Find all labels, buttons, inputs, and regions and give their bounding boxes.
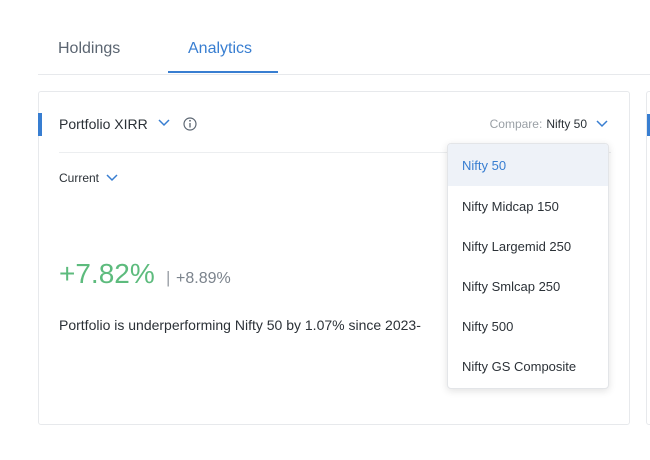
tab-analytics[interactable]: Analytics: [188, 40, 252, 58]
info-icon[interactable]: [182, 116, 198, 132]
dropdown-option-nifty-midcap-150[interactable]: Nifty Midcap 150: [448, 186, 608, 226]
period-selector[interactable]: Current: [59, 171, 119, 185]
tab-bar: Holdings Analytics: [38, 0, 650, 75]
dropdown-option-nifty-500[interactable]: Nifty 500: [448, 306, 608, 346]
active-tab-indicator: [168, 71, 278, 73]
benchmark-xirr-value: +8.89%: [176, 270, 231, 287]
compare-value[interactable]: Nifty 50: [546, 117, 587, 131]
value-separator: |: [166, 268, 171, 287]
chevron-down-icon[interactable]: [105, 173, 119, 183]
tab-holdings[interactable]: Holdings: [58, 40, 120, 58]
dropdown-option-nifty-gs-composite[interactable]: Nifty GS Composite: [448, 346, 608, 386]
portfolio-xirr-value: +7.82%: [59, 258, 155, 289]
chevron-down-icon[interactable]: [157, 118, 171, 128]
compare-dropdown-menu: Nifty 50 Nifty Midcap 150 Nifty Largemid…: [447, 143, 609, 389]
next-card-partial: [646, 91, 650, 425]
card-accent-bar: [38, 113, 42, 136]
performance-summary: Portfolio is underperforming Nifty 50 by…: [59, 317, 421, 333]
card-title[interactable]: Portfolio XIRR: [59, 116, 148, 132]
chevron-down-icon[interactable]: [595, 119, 609, 129]
dropdown-option-nifty-smlcap-250[interactable]: Nifty Smlcap 250: [448, 266, 608, 306]
period-label[interactable]: Current: [59, 171, 99, 185]
dropdown-option-nifty-largemid-250[interactable]: Nifty Largemid 250: [448, 226, 608, 266]
compare-selector[interactable]: Compare: Nifty 50: [490, 117, 609, 131]
compare-label: Compare:: [489, 117, 543, 131]
dropdown-option-nifty-50[interactable]: Nifty 50: [448, 144, 608, 186]
